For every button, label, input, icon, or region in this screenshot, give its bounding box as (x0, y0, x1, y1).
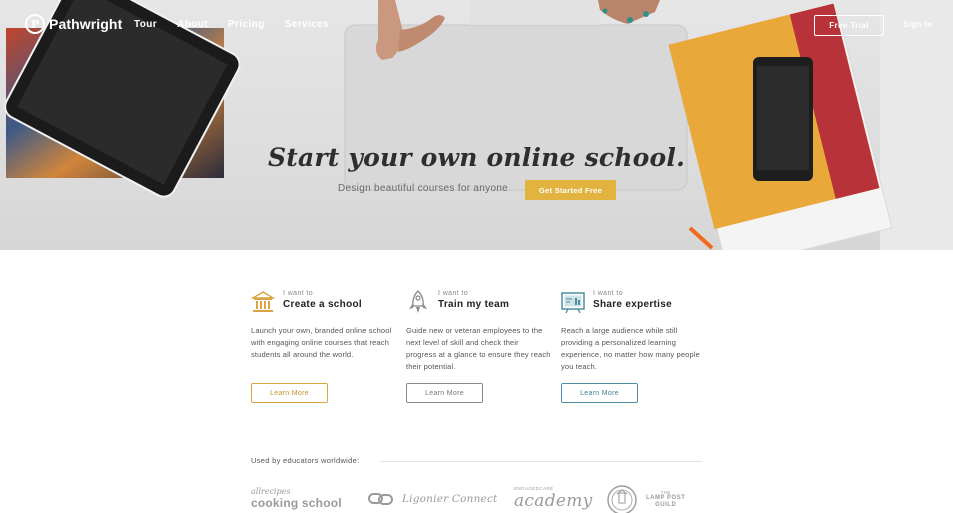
feature-share-expertise: I want to Share expertise Reach a large … (561, 290, 706, 403)
feature-title: Create a school (283, 299, 362, 310)
nav-links: Tour About Pricing Services (134, 19, 349, 30)
allrecipes-small-text: allrecipes (251, 487, 291, 496)
nav-link-tour[interactable]: Tour (134, 19, 157, 30)
pathwright-logo[interactable]: P Pathwright (25, 14, 122, 34)
engagedcare-academy-logo: ENGAGEDCARE academy (514, 486, 593, 510)
sign-in-link[interactable]: Sign In (903, 20, 932, 29)
feature-kicker: I want to (593, 290, 624, 297)
feature-kicker: I want to (283, 290, 314, 297)
learn-more-button-team[interactable]: Learn More (406, 383, 483, 403)
academy-big-text: academy (514, 491, 593, 511)
section-divider (380, 461, 702, 462)
lamp-post-guild-logo: THE LAMP POST GUILD (646, 490, 685, 509)
chalkboard-icon (561, 292, 585, 314)
nav-link-services[interactable]: Services (285, 19, 329, 30)
ligonier-logo: Ligonier Connect (368, 492, 497, 506)
allrecipes-logo: allrecipes cooking school (251, 487, 342, 510)
used-by-label: Used by educators worldwide: (251, 456, 360, 465)
get-started-button[interactable]: Get Started Free (525, 180, 616, 200)
feature-create-school: I want to Create a school Launch your ow… (251, 290, 396, 403)
rocket-icon (409, 290, 427, 313)
seal-emblem-icon (607, 485, 637, 513)
ligonier-name: Ligonier Connect (402, 493, 498, 505)
nav-link-pricing[interactable]: Pricing (228, 19, 265, 30)
logo-text: Pathwright (49, 16, 123, 32)
educator-logos: allrecipes cooking school Ligonier Conne… (0, 484, 953, 513)
hero-subtitle: Design beautiful courses for anyone (338, 183, 509, 194)
nav-link-about[interactable]: About (177, 19, 208, 30)
allrecipes-big-text: cooking school (251, 496, 342, 510)
feature-title: Share expertise (593, 299, 672, 310)
feature-description: Reach a large audience while still provi… (561, 326, 700, 371)
top-navigation: P Pathwright Tour About Pricing Services… (0, 0, 953, 50)
chain-link-icon (368, 493, 393, 505)
feature-title: Train my team (438, 299, 510, 310)
hero-banner: P Pathwright Tour About Pricing Services… (0, 0, 953, 250)
lamp-line2: LAMP POST (646, 495, 686, 501)
learn-more-button-school[interactable]: Learn More (251, 383, 328, 403)
feature-description: Launch your own, branded online school w… (251, 326, 392, 359)
hero-title: Start your own online school. (267, 143, 685, 172)
feature-kicker: I want to (438, 290, 469, 297)
learn-more-button-expertise[interactable]: Learn More (561, 383, 638, 403)
feature-train-team: I want to Train my team Guide new or vet… (406, 290, 551, 403)
feature-description: Guide new or veteran employees to the ne… (406, 326, 551, 371)
school-building-icon (251, 291, 275, 312)
lamp-line3: GUILD (655, 502, 677, 508)
free-trial-button[interactable]: Free Trial (814, 15, 884, 36)
logo-mark-icon: P (25, 14, 45, 34)
